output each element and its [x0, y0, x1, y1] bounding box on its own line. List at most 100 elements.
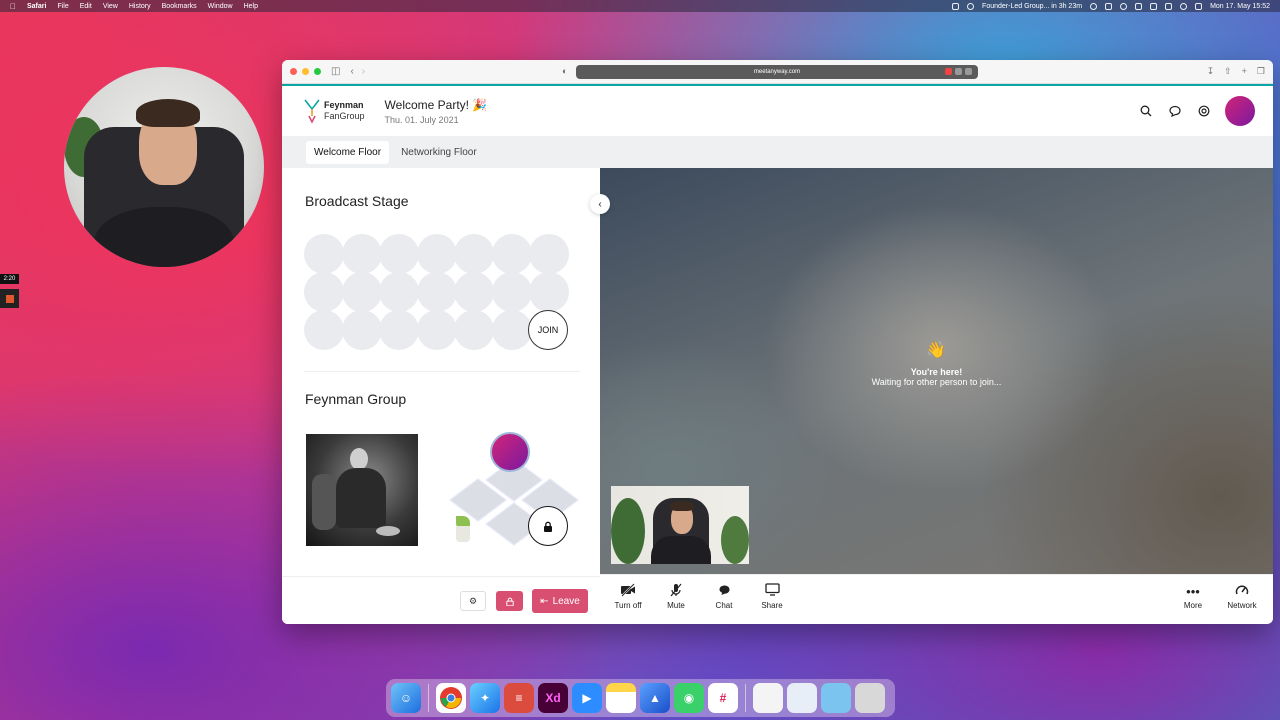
stage-seat[interactable] [341, 234, 382, 274]
more-button[interactable]: ••• More [1171, 583, 1215, 610]
slack-icon[interactable]: # [708, 683, 738, 713]
stage-seat[interactable] [491, 310, 532, 350]
stage-seat[interactable] [454, 234, 494, 274]
menu-view[interactable]: View [103, 3, 118, 10]
share-screen-button[interactable]: Share [750, 583, 794, 610]
chat-icon[interactable] [1167, 104, 1182, 119]
leave-button[interactable]: ⇤ Leave [532, 589, 588, 613]
turn-off-camera-button[interactable]: Turn off [606, 583, 650, 610]
screenshots-folder-icon[interactable] [821, 683, 851, 713]
calendar-event-status[interactable]: Founder-Led Group... in 3h 23m [982, 3, 1082, 10]
self-video-preview[interactable] [611, 486, 749, 564]
wifi-icon[interactable] [1165, 2, 1173, 10]
stage-seat[interactable] [304, 234, 344, 274]
menu-edit[interactable]: Edit [80, 3, 92, 10]
help-lifebuoy-icon[interactable] [1196, 104, 1211, 119]
close-window-button[interactable] [290, 68, 297, 75]
stage-seat[interactable] [491, 234, 532, 274]
stage-seat[interactable] [529, 272, 569, 312]
stage-seat[interactable] [341, 272, 382, 312]
spotlight-icon[interactable] [1180, 2, 1188, 10]
sidebar-toggle-icon[interactable]: ◫ [331, 66, 340, 77]
menu-clock[interactable]: Mon 17. May 15:52 [1210, 3, 1270, 10]
back-icon[interactable]: ‹ [350, 66, 353, 77]
minimize-window-button[interactable] [302, 68, 309, 75]
zoom-status-icon[interactable] [952, 2, 960, 10]
stage-seat[interactable] [491, 272, 532, 312]
window-controls [290, 68, 321, 75]
stage-seat[interactable] [416, 234, 457, 274]
chat-button[interactable]: Chat [702, 583, 746, 610]
stage-seat[interactable] [454, 310, 494, 350]
adobe-xd-icon[interactable]: Xd [538, 683, 568, 713]
privacy-shield-icon[interactable]: ◐ [562, 66, 567, 76]
stage-seat[interactable] [379, 234, 419, 274]
stage-seat[interactable] [379, 272, 419, 312]
network-button[interactable]: Network [1220, 583, 1264, 610]
user-avatar[interactable] [1225, 96, 1255, 126]
address-bar[interactable]: meetanyway.com [576, 65, 978, 79]
stage-seat[interactable] [416, 272, 457, 312]
menu-help[interactable]: Help [244, 3, 258, 10]
stage-seat[interactable] [529, 234, 569, 274]
downloads-stack-icon[interactable] [787, 683, 817, 713]
menu-app-name[interactable]: Safari [27, 3, 46, 10]
more-label: More [1183, 601, 1203, 610]
join-stage-button[interactable]: JOIN [528, 310, 568, 350]
tab-overview-icon[interactable]: ❐ [1257, 66, 1265, 77]
search-icon[interactable] [1138, 104, 1153, 119]
room-participant-avatar[interactable] [490, 432, 530, 472]
collapse-panel-button[interactable]: ‹ [590, 194, 610, 214]
keyboard-status-icon[interactable] [1105, 2, 1113, 10]
menu-file[interactable]: File [57, 3, 68, 10]
safari-icon[interactable]: ✦ [470, 683, 500, 713]
apple-menu-icon[interactable]:  [10, 2, 16, 11]
stage-seat[interactable] [304, 310, 344, 350]
spark-mail-icon[interactable]: ▲ [640, 683, 670, 713]
finder-icon[interactable]: ☺ [391, 683, 421, 713]
stage-seat[interactable] [454, 272, 494, 312]
zoom-icon[interactable]: ▶ [572, 683, 602, 713]
lock-room-button[interactable] [496, 591, 523, 611]
share-icon[interactable]: ⇧ [1224, 66, 1232, 77]
notes-icon[interactable] [606, 683, 636, 713]
feynman-photo[interactable] [306, 434, 418, 546]
moon-icon[interactable] [1120, 2, 1128, 10]
recording-indicator-icon[interactable] [945, 68, 952, 75]
plant-pot-icon [456, 526, 470, 542]
stage-seat[interactable] [341, 310, 382, 350]
mute-button[interactable]: Mute [654, 583, 698, 610]
stage-seat[interactable] [379, 310, 419, 350]
settings-status-icon[interactable] [1090, 2, 1098, 10]
group-logo[interactable]: Feynman FanGroup [304, 98, 365, 124]
monitor-icon [750, 583, 794, 601]
stop-recording-button[interactable] [0, 289, 19, 308]
todoist-icon[interactable]: ≡ [504, 683, 534, 713]
menu-history[interactable]: History [129, 3, 151, 10]
private-room-illustration[interactable] [448, 430, 584, 550]
room-settings-button[interactable]: ⚙ [460, 591, 486, 611]
chrome-icon[interactable] [436, 683, 466, 713]
reload-icon[interactable] [965, 68, 972, 75]
mute-label: Mute [667, 601, 685, 610]
camera-permission-icon[interactable] [955, 68, 962, 75]
volume-icon[interactable] [1135, 2, 1143, 10]
trash-icon[interactable] [855, 683, 885, 713]
tab-welcome-floor[interactable]: Welcome Floor [306, 140, 390, 164]
document-stack-icon[interactable] [753, 683, 783, 713]
stage-seat[interactable] [416, 310, 457, 350]
discord-status-icon[interactable] [967, 2, 975, 10]
control-center-icon[interactable] [1195, 2, 1203, 10]
stage-seat[interactable] [304, 272, 344, 312]
downloads-icon[interactable]: ↧ [1207, 66, 1215, 77]
fullscreen-window-button[interactable] [314, 68, 321, 75]
tab-networking-floor[interactable]: Networking Floor [393, 141, 485, 164]
menu-bookmarks[interactable]: Bookmarks [162, 3, 197, 10]
forward-icon[interactable]: › [362, 66, 365, 77]
bluetooth-icon[interactable] [1150, 2, 1158, 10]
macos-menu-bar:  Safari File Edit View History Bookmark… [0, 0, 1280, 12]
new-tab-icon[interactable]: + [1242, 66, 1247, 77]
room-lock-button[interactable] [528, 506, 568, 546]
facetime-icon[interactable]: ◉ [674, 683, 704, 713]
menu-window[interactable]: Window [208, 3, 233, 10]
